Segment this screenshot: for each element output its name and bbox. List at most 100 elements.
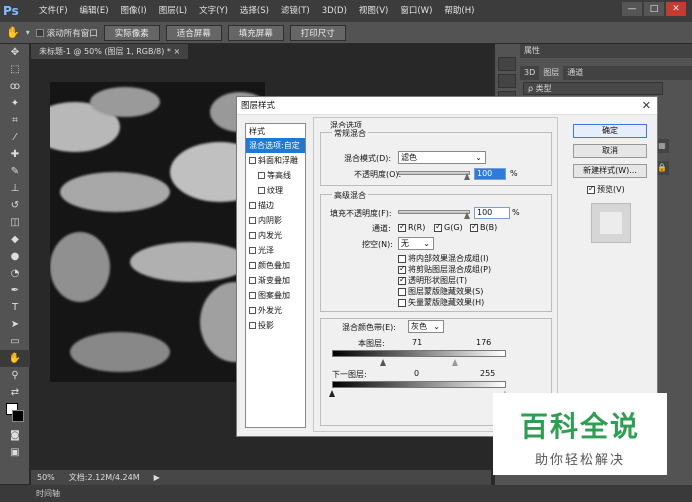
tab-channels[interactable]: 通道 bbox=[567, 66, 583, 80]
style-item-bevel-emboss[interactable]: 斜面和浮雕 bbox=[246, 153, 305, 168]
tab-3d[interactable]: 3D bbox=[524, 66, 535, 80]
style-item-blending-options[interactable]: 混合选项:自定 bbox=[246, 138, 305, 153]
hand-tool-icon: ✋ bbox=[6, 26, 20, 39]
print-size-button[interactable]: 打印尺寸 bbox=[289, 24, 346, 41]
history-brush-tool-icon[interactable]: ↺ bbox=[0, 197, 30, 214]
document-tab[interactable]: 未标题-1 @ 50% (图层 1, RGB/8) * × bbox=[31, 44, 189, 59]
opacity-slider[interactable] bbox=[398, 171, 470, 175]
blend-mode-select[interactable]: 滤色 ⌄ bbox=[398, 151, 486, 164]
watermark-title: 百科全说 bbox=[519, 410, 640, 443]
zoom-level[interactable]: 50% bbox=[37, 473, 55, 482]
menu-type[interactable]: 文字(Y) bbox=[193, 0, 234, 22]
fill-opacity-slider[interactable] bbox=[398, 210, 470, 214]
brush-tool-icon[interactable]: ✎ bbox=[0, 163, 30, 180]
blend-mode-label: 混合模式(D): bbox=[344, 154, 392, 163]
blending-options-pane: 混合选项 常规混合 混合模式(D): 滤色 ⌄ 不透明度(O): 100 % 高级… bbox=[313, 117, 558, 432]
cancel-button[interactable]: 取消 bbox=[573, 144, 647, 158]
fit-screen-button[interactable]: 适合屏幕 bbox=[165, 24, 222, 41]
blend-interior-effects-checkbox[interactable]: 将内部效果混合成组(I) bbox=[398, 253, 489, 264]
menu-image[interactable]: 图像(I) bbox=[115, 0, 153, 22]
blend-clipped-layers-checkbox[interactable]: 将剪贴图层混合成组(P) bbox=[398, 264, 491, 275]
marquee-tool-icon[interactable]: ⬚ bbox=[0, 61, 30, 78]
underlying-layer-low: 0 bbox=[414, 369, 420, 378]
menu-edit[interactable]: 编辑(E) bbox=[74, 0, 115, 22]
style-item-contour[interactable]: 等高线 bbox=[246, 168, 305, 183]
new-style-button[interactable]: 新建样式(W)... bbox=[573, 164, 647, 178]
rectangle-tool-icon[interactable]: ▭ bbox=[0, 333, 30, 350]
zoom-tool-icon[interactable]: ⚲ bbox=[0, 367, 30, 384]
style-item-stroke[interactable]: 描边 bbox=[246, 198, 305, 213]
actual-pixels-button[interactable]: 实际像素 bbox=[103, 24, 160, 41]
maximize-button[interactable]: □ bbox=[644, 2, 664, 16]
lasso-tool-icon[interactable]: ꝏ bbox=[0, 78, 30, 95]
panel-icon-2[interactable] bbox=[498, 74, 516, 88]
ok-button[interactable]: 确定 bbox=[573, 124, 647, 138]
paint-bucket-tool-icon[interactable]: ◆ bbox=[0, 231, 30, 248]
opacity-input[interactable]: 100 bbox=[474, 168, 506, 180]
move-tool-icon[interactable]: ✥ bbox=[0, 44, 30, 61]
properties-tab[interactable]: 属性 bbox=[524, 44, 540, 58]
blend-if-label: 混合颜色带(E): bbox=[342, 323, 396, 332]
style-item-inner-shadow[interactable]: 内阴影 bbox=[246, 213, 305, 228]
layer-filter-select[interactable]: ρ 类型 bbox=[523, 82, 663, 95]
style-item-color-overlay[interactable]: 颜色叠加 bbox=[246, 258, 305, 273]
color-swatches-icon[interactable] bbox=[0, 401, 30, 427]
menu-3d[interactable]: 3D(D) bbox=[316, 0, 353, 22]
style-item-pattern-overlay[interactable]: 图案叠加 bbox=[246, 288, 305, 303]
tool-preset-dropdown-icon[interactable]: ▾ bbox=[26, 28, 30, 37]
layer-mask-hides-effects-checkbox[interactable]: 图层蒙版隐藏效果(S) bbox=[398, 286, 483, 297]
path-selection-tool-icon[interactable]: ➤ bbox=[0, 316, 30, 333]
fill-screen-button[interactable]: 填充屏幕 bbox=[227, 24, 284, 41]
scroll-all-windows-checkbox[interactable]: 滚动所有窗口 bbox=[35, 27, 98, 39]
eyedropper-tool-icon[interactable]: ⁄ bbox=[0, 129, 30, 146]
dialog-buttons: 确定 取消 新建样式(W)... 预览(V) bbox=[573, 124, 649, 243]
crop-tool-icon[interactable]: ⌗ bbox=[0, 112, 30, 129]
style-item-texture[interactable]: 纹理 bbox=[246, 183, 305, 198]
fill-opacity-input[interactable]: 100 bbox=[474, 207, 510, 219]
healing-brush-tool-icon[interactable]: ✚ bbox=[0, 146, 30, 163]
blur-tool-icon[interactable]: ● bbox=[0, 248, 30, 265]
quick-mask-icon[interactable]: ◙ bbox=[0, 427, 30, 444]
tab-layers[interactable]: 图层 bbox=[539, 66, 564, 80]
panel-icon-1[interactable] bbox=[498, 57, 516, 71]
style-item-drop-shadow[interactable]: 投影 bbox=[246, 318, 305, 333]
screen-mode-icon[interactable]: ▣ bbox=[0, 444, 30, 461]
type-tool-icon[interactable]: T bbox=[0, 299, 30, 316]
underlying-layer-gradient bbox=[332, 381, 506, 388]
menu-layer[interactable]: 图层(L) bbox=[153, 0, 193, 22]
preview-checkbox[interactable]: 预览(V) bbox=[587, 184, 663, 195]
channel-g-checkbox[interactable]: G(G) bbox=[434, 222, 463, 232]
blend-if-select[interactable]: 灰色 ⌄ bbox=[408, 320, 444, 333]
menu-view[interactable]: 视图(V) bbox=[353, 0, 394, 22]
knockout-select[interactable]: 无 ⌄ bbox=[398, 237, 434, 250]
menu-window[interactable]: 窗口(W) bbox=[394, 0, 438, 22]
knockout-label: 挖空(N): bbox=[362, 240, 393, 249]
style-item-satin[interactable]: 光泽 bbox=[246, 243, 305, 258]
menu-file[interactable]: 文件(F) bbox=[33, 0, 74, 22]
dodge-tool-icon[interactable]: ◔ bbox=[0, 265, 30, 282]
status-arrow-icon[interactable]: ▶ bbox=[154, 473, 160, 482]
style-item-inner-glow[interactable]: 内发光 bbox=[246, 228, 305, 243]
style-item-outer-glow[interactable]: 外发光 bbox=[246, 303, 305, 318]
this-layer-low: 71 bbox=[412, 338, 423, 347]
hand-tool-icon-2[interactable]: ✋ bbox=[0, 350, 30, 367]
menu-select[interactable]: 选择(S) bbox=[234, 0, 275, 22]
channel-b-checkbox[interactable]: B(B) bbox=[470, 222, 497, 232]
style-item-gradient-overlay[interactable]: 渐变叠加 bbox=[246, 273, 305, 288]
menu-help[interactable]: 帮助(H) bbox=[438, 0, 480, 22]
timeline-label[interactable]: 时间轴 bbox=[36, 489, 60, 498]
stamp-tool-icon[interactable]: ⊥ bbox=[0, 180, 30, 197]
minimize-button[interactable]: — bbox=[622, 2, 642, 16]
swap-colors-icon[interactable]: ⇄ bbox=[0, 384, 30, 401]
chevron-down-icon: ⌄ bbox=[423, 239, 430, 248]
vector-mask-hides-effects-checkbox[interactable]: 矢量蒙版隐藏效果(H) bbox=[398, 297, 484, 308]
dialog-close-icon[interactable]: ✕ bbox=[642, 97, 651, 115]
menu-filter[interactable]: 滤镜(T) bbox=[275, 0, 316, 22]
pen-tool-icon[interactable]: ✒ bbox=[0, 282, 30, 299]
close-window-button[interactable]: ✕ bbox=[666, 2, 686, 16]
transparency-shapes-checkbox[interactable]: 透明形状图层(T) bbox=[398, 275, 467, 286]
eraser-tool-icon[interactable]: ◫ bbox=[0, 214, 30, 231]
channel-r-checkbox[interactable]: R(R) bbox=[398, 222, 425, 232]
magic-wand-tool-icon[interactable]: ✦ bbox=[0, 95, 30, 112]
this-layer-high: 176 bbox=[476, 338, 492, 347]
